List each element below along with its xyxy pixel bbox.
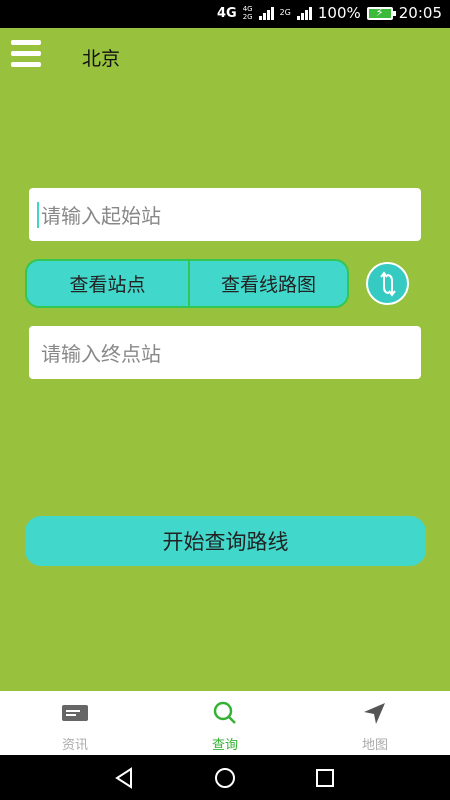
tab-news-label: 资讯 bbox=[61, 738, 88, 753]
network-small-bottom: 2G bbox=[242, 13, 253, 21]
view-options-group: 查看站点 查看线路图 bbox=[25, 259, 349, 308]
back-icon[interactable] bbox=[113, 766, 135, 790]
start-station-input[interactable] bbox=[39, 188, 425, 243]
end-station-input[interactable] bbox=[39, 326, 425, 381]
system-nav-bar bbox=[0, 755, 450, 800]
clock: 20:05 bbox=[398, 4, 442, 22]
view-stations-button[interactable]: 查看站点 bbox=[27, 261, 188, 306]
swap-icon bbox=[379, 270, 396, 297]
network-type: 4G bbox=[216, 5, 237, 21]
text-cursor bbox=[37, 202, 39, 228]
battery-percent: 100% bbox=[317, 4, 361, 22]
signal-icon bbox=[258, 6, 274, 20]
signal-icon-2 bbox=[296, 6, 312, 20]
city-selector[interactable]: 北京 bbox=[82, 44, 120, 71]
tab-query[interactable]: 查询 bbox=[150, 691, 300, 755]
app-header: 北京 bbox=[0, 28, 450, 84]
status-bar: 4G 4G 2G 2G 100% ⚡ 20:05 bbox=[0, 0, 450, 28]
battery-icon: ⚡ bbox=[366, 6, 396, 20]
start-query-button[interactable]: 开始查询路线 bbox=[25, 516, 426, 566]
navigation-icon bbox=[364, 703, 385, 724]
view-route-map-button[interactable]: 查看线路图 bbox=[188, 261, 347, 306]
swap-stations-button[interactable] bbox=[366, 262, 409, 305]
recents-icon[interactable] bbox=[314, 766, 336, 790]
bottom-tab-bar: 资讯 查询 地图 bbox=[0, 691, 450, 755]
tab-map[interactable]: 地图 bbox=[300, 691, 450, 755]
network-type-2: 2G bbox=[279, 8, 291, 17]
end-station-field[interactable] bbox=[29, 326, 425, 381]
search-icon bbox=[213, 701, 236, 724]
home-icon[interactable] bbox=[213, 766, 237, 790]
network-type-stack: 4G 2G bbox=[243, 5, 253, 21]
network-small-top: 4G bbox=[242, 5, 253, 13]
menu-icon[interactable] bbox=[11, 40, 41, 70]
start-station-field[interactable] bbox=[29, 188, 425, 243]
tab-query-label: 查询 bbox=[211, 738, 238, 753]
tab-news[interactable]: 资讯 bbox=[0, 691, 150, 755]
tab-map-label: 地图 bbox=[361, 738, 388, 753]
news-icon bbox=[62, 705, 88, 721]
